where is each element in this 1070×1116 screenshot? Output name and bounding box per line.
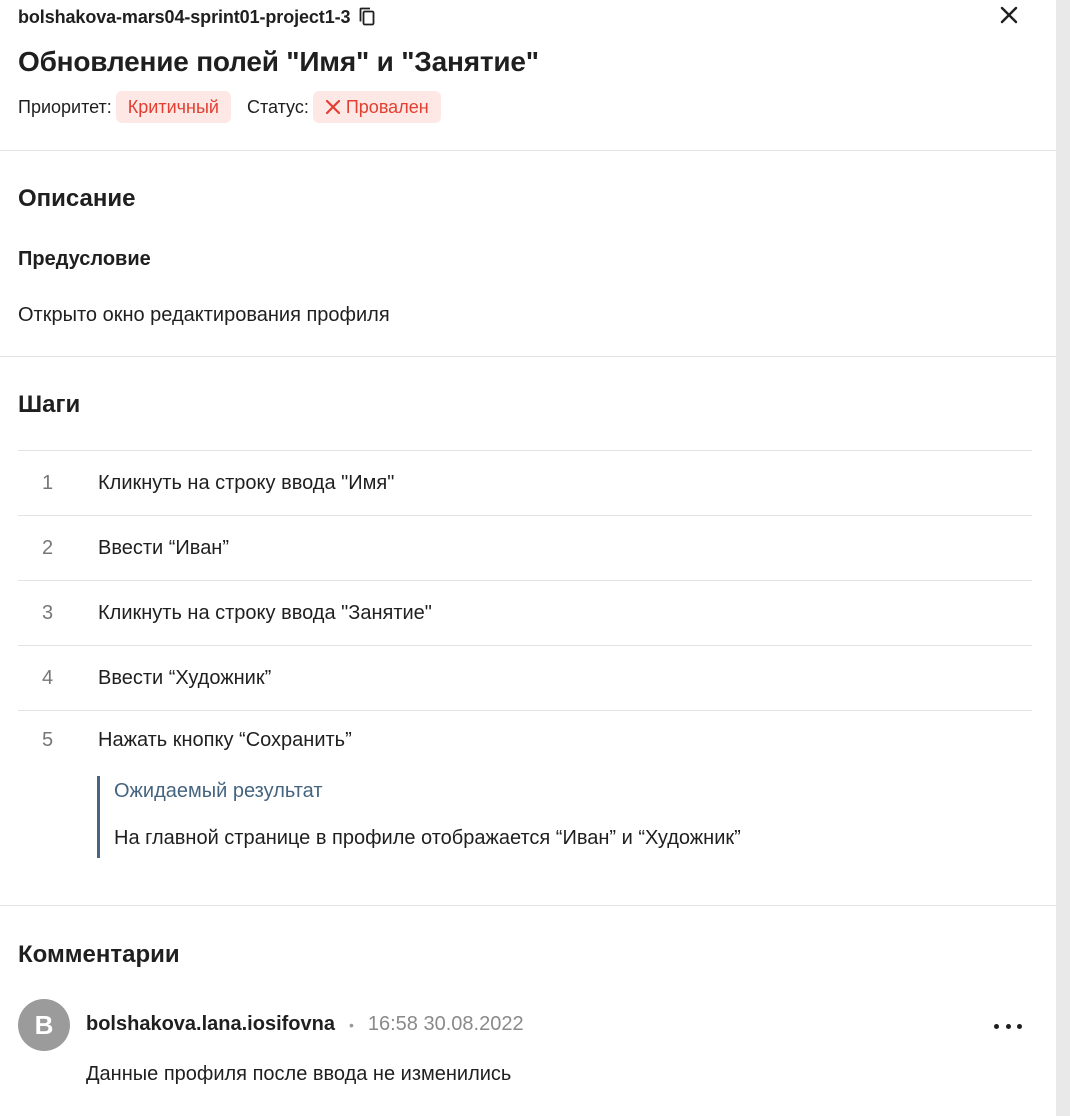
- close-button[interactable]: [998, 6, 1020, 28]
- precondition-title: Предусловие: [18, 248, 151, 270]
- status-label: Статус:: [246, 96, 309, 117]
- step-number: 5: [42, 729, 54, 751]
- copy-icon[interactable]: [358, 7, 376, 27]
- scrollbar-track[interactable]: [1056, 0, 1070, 1116]
- close-icon: [1000, 6, 1018, 29]
- step-number: 3: [42, 601, 54, 624]
- separator-dot: •: [348, 1016, 354, 1033]
- test-case-header: bolshakova-mars04-sprint01-project1-3 Об…: [0, 0, 1056, 151]
- test-id: bolshakova-mars04-sprint01-project1-3: [18, 6, 351, 27]
- step-number: 2: [42, 536, 54, 559]
- step-text: Ввести “Художник”: [98, 666, 272, 689]
- more-horizontal-icon[interactable]: [994, 1021, 1022, 1031]
- step-number: 4: [42, 666, 54, 689]
- step-text: Кликнуть на строку ввода "Имя": [98, 471, 395, 494]
- priority-label: Приоритет:: [18, 96, 112, 117]
- test-id-row: bolshakova-mars04-sprint01-project1-3: [18, 6, 1038, 28]
- step-text: Ввести “Иван”: [98, 536, 230, 559]
- precondition-text: Открыто окно редактирования профиля: [18, 304, 390, 326]
- step-row: 5 Нажать кнопку “Сохранить” Ожидаемый рез…: [18, 711, 1032, 858]
- step-row: 3 Кликнуть на строку ввода "Занятие": [18, 581, 1032, 646]
- description-title: Описание: [18, 185, 136, 212]
- steps-title: Шаги: [18, 391, 81, 418]
- status-value: Провален: [345, 96, 429, 117]
- step-number: 1: [42, 471, 54, 494]
- step-row: 2 Ввести “Иван”: [18, 516, 1032, 581]
- expected-result-label: Ожидаемый результат: [114, 780, 323, 802]
- step-row: 1 Кликнуть на строку ввода "Имя": [18, 451, 1032, 516]
- comment-author[interactable]: bolshakova.lana.iosifovna: [86, 1013, 335, 1036]
- expected-result: Ожидаемый результат На главной странице …: [97, 776, 1032, 858]
- step-text: Нажать кнопку “Сохранить”: [98, 729, 352, 751]
- step-row: 4 Ввести “Художник”: [18, 646, 1032, 711]
- comment-timestamp: 16:58 30.08.2022: [367, 1013, 524, 1035]
- comments-section: Комментарии B bolshakova.lana.iosifovna …: [0, 906, 1056, 1116]
- test-case-panel: bolshakova-mars04-sprint01-project1-3 Об…: [0, 0, 1056, 1116]
- steps-list: 1 Кликнуть на строку ввода "Имя" 2 Ввест…: [18, 450, 1032, 858]
- expected-result-text: На главной странице в профиле отображает…: [114, 827, 741, 849]
- cross-icon: [325, 99, 341, 115]
- comment-text: Данные профиля после ввода не изменились: [86, 1063, 512, 1085]
- priority-value: Критичный: [127, 96, 219, 117]
- step-text: Кликнуть на строку ввода "Занятие": [98, 601, 432, 624]
- description-section: Описание Предусловие Открыто окно редакт…: [0, 151, 1056, 357]
- status-badge: Провален: [312, 91, 441, 123]
- comment-header: bolshakova.lana.iosifovna • 16:58 30.08.…: [86, 1013, 524, 1036]
- steps-section: Шаги 1 Кликнуть на строку ввода "Имя" 2 …: [0, 357, 1056, 906]
- priority-badge: Критичный: [115, 91, 231, 123]
- meta-row: Приоритет: Критичный Статус: Провален: [18, 91, 1038, 123]
- comments-title: Комментарии: [18, 941, 180, 968]
- page-title: Обновление полей "Имя" и "Занятие": [18, 46, 539, 77]
- avatar[interactable]: B: [18, 999, 70, 1051]
